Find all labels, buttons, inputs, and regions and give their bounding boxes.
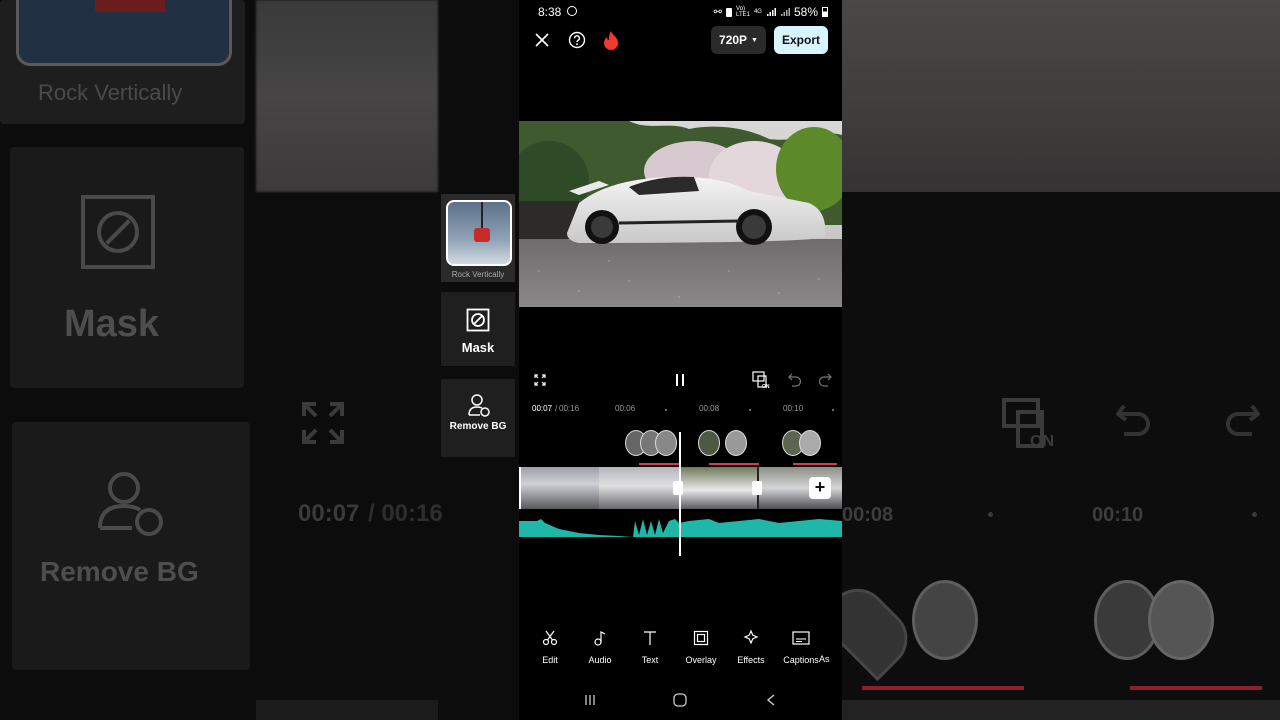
keyframe-line xyxy=(639,463,679,465)
ruler-mark-2: 00:08 xyxy=(699,404,720,413)
effect-rock-vertically[interactable]: Rock Vertically xyxy=(441,194,515,282)
help-icon[interactable] xyxy=(567,30,587,50)
mask-icon xyxy=(466,308,490,332)
add-clip-button[interactable]: + xyxy=(809,477,831,499)
bg-remove-bg-icon xyxy=(98,472,163,536)
mask-label: Mask xyxy=(461,340,495,355)
preview-frame-image xyxy=(519,121,842,307)
bg-remove-label: Remove BG xyxy=(40,556,199,587)
overlay-icon xyxy=(693,630,709,646)
bg-redo-icon xyxy=(1226,404,1260,436)
4g-icon: 4G xyxy=(753,9,762,15)
bg-preview-on-icon: ON xyxy=(1002,398,1054,450)
bg-time-total: / 00:16 xyxy=(368,500,443,527)
text-icon xyxy=(644,631,656,645)
status-time: 8:38 xyxy=(538,5,562,19)
undo-icon[interactable] xyxy=(787,371,803,389)
fire-icon[interactable] xyxy=(601,29,621,51)
bg-mask-label: Mask xyxy=(64,303,160,345)
effect-mask[interactable]: Mask xyxy=(441,292,515,366)
background-right: ON 00:08 00:10 xyxy=(815,0,1280,720)
home-icon[interactable] xyxy=(671,691,689,709)
circle-record-icon xyxy=(567,6,577,16)
playback-controls: ON xyxy=(519,366,842,394)
screen: Rock Vertically Mask Remove BG 00:07 / 0… xyxy=(0,0,1280,720)
preview-on-icon[interactable]: ON xyxy=(752,370,772,390)
ruler-mark-3: 00:10 xyxy=(783,404,804,413)
timeline-ruler: 00:07 / 00:16 00:06 00:08 00:10 xyxy=(519,402,842,416)
bg-time-current: 00:07 xyxy=(298,500,360,527)
resolution-label: 720P xyxy=(719,33,748,47)
phone-screen: 8:38 ⚯ Vo) LTE1 4G 58% 720P ▼ Export ON … xyxy=(519,0,842,720)
recents-icon[interactable] xyxy=(582,692,598,708)
bg-expand-icon xyxy=(300,400,346,446)
bg-mask-panel: Mask xyxy=(10,147,244,388)
tool-effects[interactable]: Effects xyxy=(727,629,775,665)
effect-marker[interactable] xyxy=(655,430,677,456)
current-time: 00:07 xyxy=(532,404,553,413)
signal-icon-2 xyxy=(780,8,790,16)
transition-handle[interactable] xyxy=(752,481,762,495)
bg-mark-a: 00:08 xyxy=(842,504,894,526)
total-time: 00:16 xyxy=(559,404,580,413)
bg-photo-right xyxy=(842,0,1280,192)
clip-thumbnail xyxy=(679,467,757,509)
redo-icon[interactable] xyxy=(817,371,833,389)
link-icon: ⚯ xyxy=(713,6,723,18)
effect-side-panel: Rock Vertically Mask Remove BG xyxy=(438,194,518,462)
video-preview[interactable] xyxy=(519,121,842,307)
keyframe-line xyxy=(709,463,759,465)
tool-audio[interactable]: Audio xyxy=(576,630,624,665)
remove-bg-icon xyxy=(468,394,490,417)
music-note-icon xyxy=(594,631,606,646)
battery-icon xyxy=(822,7,828,17)
keyframe-line xyxy=(793,463,837,465)
svg-text:ON: ON xyxy=(762,384,770,389)
rock-vertically-label: Rock Vertically xyxy=(451,270,505,279)
svg-text:ON: ON xyxy=(1030,433,1054,450)
transition-handle[interactable] xyxy=(673,481,683,495)
fullscreen-icon[interactable] xyxy=(532,372,548,388)
export-button[interactable]: Export xyxy=(774,26,828,54)
playhead[interactable] xyxy=(679,432,681,556)
effect-marker[interactable] xyxy=(725,430,747,456)
editor-toolbar: Edit Audio Text Overlay Effects Captions xyxy=(519,629,843,670)
system-nav-bar xyxy=(519,686,842,714)
chevron-down-icon: ▼ xyxy=(751,36,758,44)
bg-photo-left xyxy=(256,0,438,192)
status-bar: 8:38 ⚯ Vo) LTE1 4G 58% xyxy=(519,0,842,24)
volte-icon: Vo) LTE1 xyxy=(736,6,750,18)
bg-undo-icon xyxy=(1116,404,1150,436)
signal-icon xyxy=(766,8,776,16)
tool-text[interactable]: Text xyxy=(626,630,674,665)
bg-mark-b: 00:10 xyxy=(1092,504,1144,526)
clip-thumbnail xyxy=(519,467,599,509)
close-icon[interactable] xyxy=(532,29,552,51)
resolution-button[interactable]: 720P ▼ xyxy=(711,26,766,54)
effect-marker[interactable] xyxy=(799,430,821,456)
captions-icon xyxy=(792,631,810,645)
bg-rock-panel: Rock Vertically xyxy=(0,0,245,124)
back-icon[interactable] xyxy=(763,692,779,708)
pause-icon[interactable] xyxy=(671,371,689,389)
bg-remove-panel: Remove BG xyxy=(12,422,250,670)
scissors-icon xyxy=(542,630,558,646)
battery-percent: 58% xyxy=(793,5,818,19)
editor-top-bar: 720P ▼ Export xyxy=(519,26,842,56)
rock-vertically-thumbnail xyxy=(446,200,512,266)
effect-marker[interactable] xyxy=(698,430,720,456)
clip-thumbnail xyxy=(599,467,679,509)
tool-overlay[interactable]: Overlay xyxy=(677,630,725,665)
remove-bg-label: Remove BG xyxy=(449,421,507,432)
lock-icon xyxy=(726,7,733,17)
tool-aspect[interactable]: As xyxy=(819,630,843,664)
bg-rock-label: Rock Vertically xyxy=(38,80,183,105)
effect-remove-bg[interactable]: Remove BG xyxy=(441,379,515,457)
sparkle-icon xyxy=(743,629,759,645)
ruler-mark-1: 00:06 xyxy=(615,404,636,413)
tool-edit[interactable]: Edit xyxy=(526,630,574,665)
tool-captions[interactable]: Captions xyxy=(777,630,825,665)
